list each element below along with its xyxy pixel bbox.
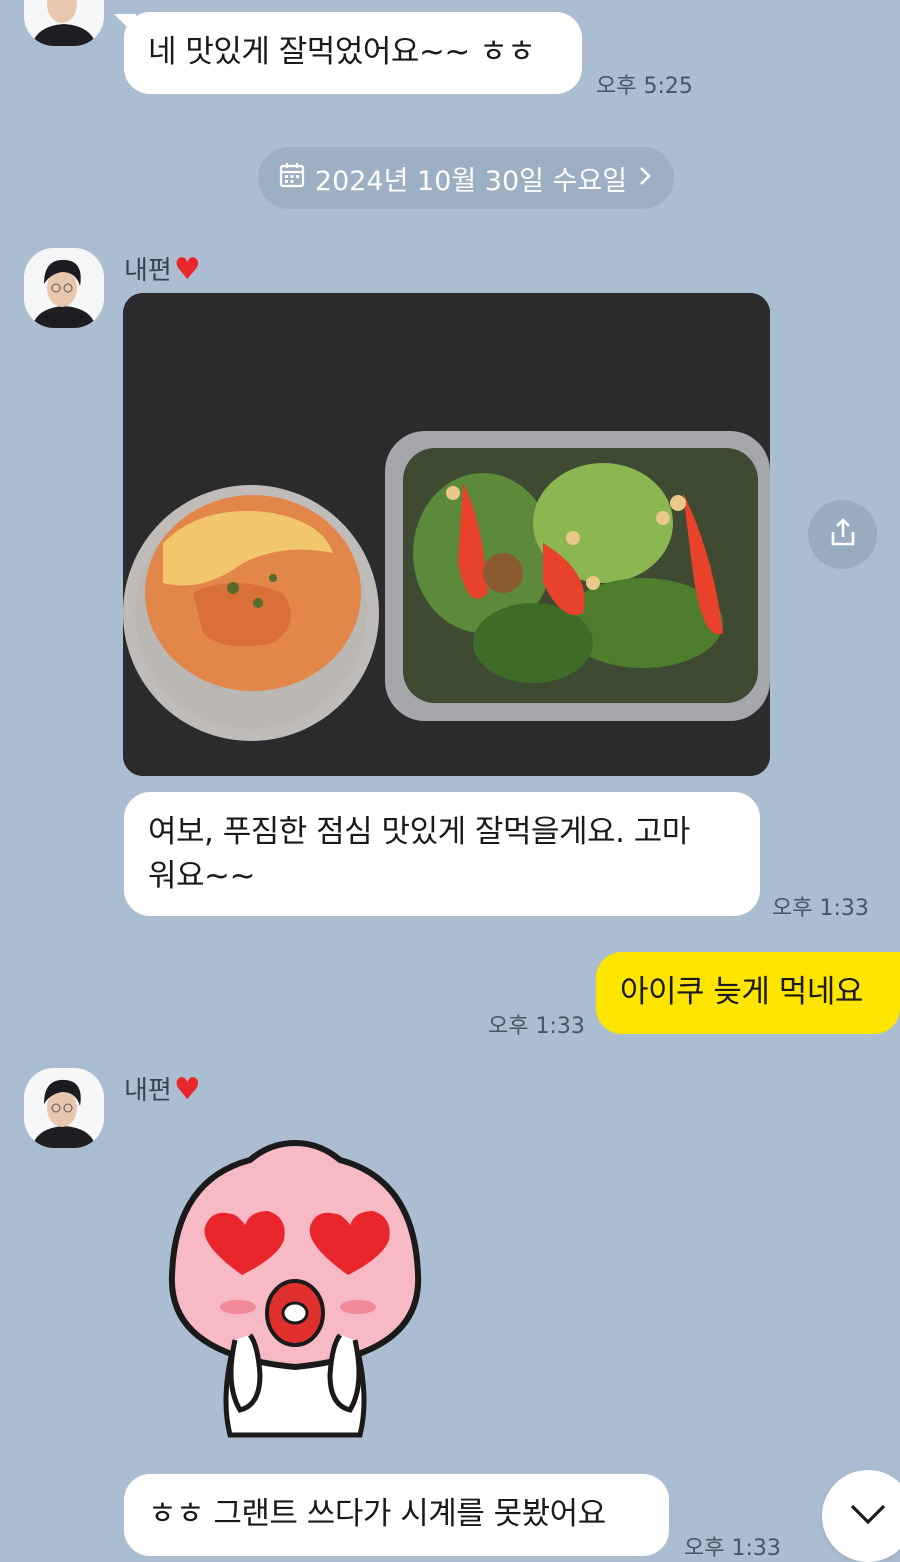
message-bubble-outgoing[interactable]: 아이쿠 늦게 먹네요 xyxy=(596,952,900,1034)
food-photo[interactable] xyxy=(123,293,770,776)
sender-name: 내편♥ xyxy=(124,1072,201,1107)
date-label: 2024년 10월 30일 수요일 xyxy=(314,165,628,197)
avatar[interactable] xyxy=(24,0,104,46)
message-bubble-incoming[interactable]: 네 맛있게 잘먹었어요~~ ㅎㅎ xyxy=(124,12,582,94)
message-time: 오후 1:33 xyxy=(488,1014,585,1039)
avatar[interactable] xyxy=(24,1068,104,1148)
message-time: 오후 1:33 xyxy=(684,1536,781,1561)
scroll-to-bottom-button[interactable] xyxy=(822,1470,900,1562)
avatar[interactable] xyxy=(24,248,104,328)
chevron-right-icon xyxy=(637,163,653,194)
message-bubble-incoming[interactable]: ㅎㅎ 그랜트 쓰다가 시계를 못봤어요 xyxy=(124,1474,669,1556)
share-icon xyxy=(826,516,860,554)
heart-icon: ♥ xyxy=(173,1072,201,1107)
message-time: 오후 5:25 xyxy=(596,74,693,99)
share-button[interactable] xyxy=(808,500,877,569)
calendar-icon xyxy=(279,162,305,195)
date-divider[interactable]: 2024년 10월 30일 수요일 xyxy=(258,147,674,209)
sender-name: 내편♥ xyxy=(124,252,201,287)
message-time: 오후 1:33 xyxy=(772,896,869,921)
sticker-apeach-heart-eyes[interactable] xyxy=(160,1135,430,1444)
heart-icon: ♥ xyxy=(173,252,201,287)
chevron-down-icon xyxy=(848,1501,888,1531)
message-bubble-incoming[interactable]: 여보, 푸짐한 점심 맛있게 잘먹을게요. 고마 워요~~ xyxy=(124,792,760,916)
